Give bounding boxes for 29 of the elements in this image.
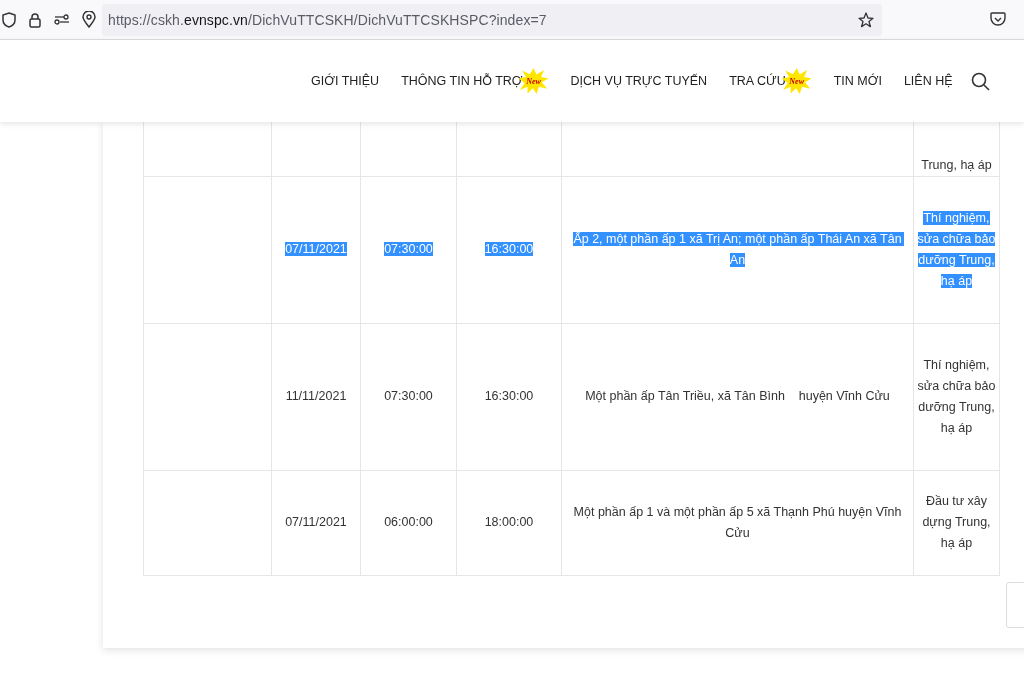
table-cell-text: 11/11/2021	[284, 388, 348, 405]
address-bar[interactable]: https://cskh.evnspc.vn/DichVuTTCSKH/DichVuTTCSKHSPC?index=7	[102, 3, 882, 36]
table-cell-text: 07/11/2021	[284, 241, 348, 258]
star-icon[interactable]	[858, 11, 874, 28]
table-cell-text: 18:00:00	[483, 514, 535, 531]
table-cell-text: 07:30:00	[383, 241, 434, 258]
table-cell-text: 16:30:00	[483, 241, 535, 258]
table-cell-text: 07/11/2021	[284, 514, 348, 531]
table-cell-text: Một phần ấp Tân Triều, xã Tân Bình huyện Vĩnh Cửu	[584, 388, 891, 405]
table-cell-text: Trung, hạ áp	[920, 156, 993, 174]
permissions-icon[interactable]	[54, 13, 70, 26]
search-icon[interactable]	[970, 71, 990, 91]
nav-link[interactable]: LIÊN HỆ	[903, 74, 953, 88]
nav-link[interactable]: GIỚI THIỆU	[311, 74, 380, 88]
location-pin-icon[interactable]	[82, 11, 96, 28]
table-cell-text: Đầu tư xây dựng Trung, hạ áp	[921, 493, 992, 552]
nav-link[interactable]: THÔNG TIN HỖ TRỢ	[401, 74, 523, 88]
table-cell-text: 06:00:00	[383, 514, 434, 531]
table-cell-text: Một phần ấp 1 và một phần ấp 5 xã Thạnh Phú huyện Vĩnh Cửu	[572, 503, 903, 542]
table-cell-text: Thí nghiệm, sửa chữa bảo dưỡng Trung, hạ áp	[917, 356, 996, 437]
table-cell-text: 07:30:00	[383, 388, 434, 405]
table-cell-text: 16:30:00	[483, 388, 535, 405]
url-text: https://cskh.evnspc.vn/DichVuTTCSKH/DichVuTTCSKHSPC?index=7	[108, 11, 547, 28]
nav-link[interactable]: TIN MỚI	[833, 74, 882, 88]
pocket-icon[interactable]	[990, 12, 1006, 27]
nav-link[interactable]: DỊCH VỤ TRỰC TUYẾN	[570, 74, 708, 88]
table-cell-text: Thí nghiệm, sửa chữa bảo dưỡng Trung, hạ áp	[917, 209, 996, 290]
shield-icon[interactable]	[2, 11, 16, 28]
lock-icon[interactable]	[28, 11, 42, 28]
